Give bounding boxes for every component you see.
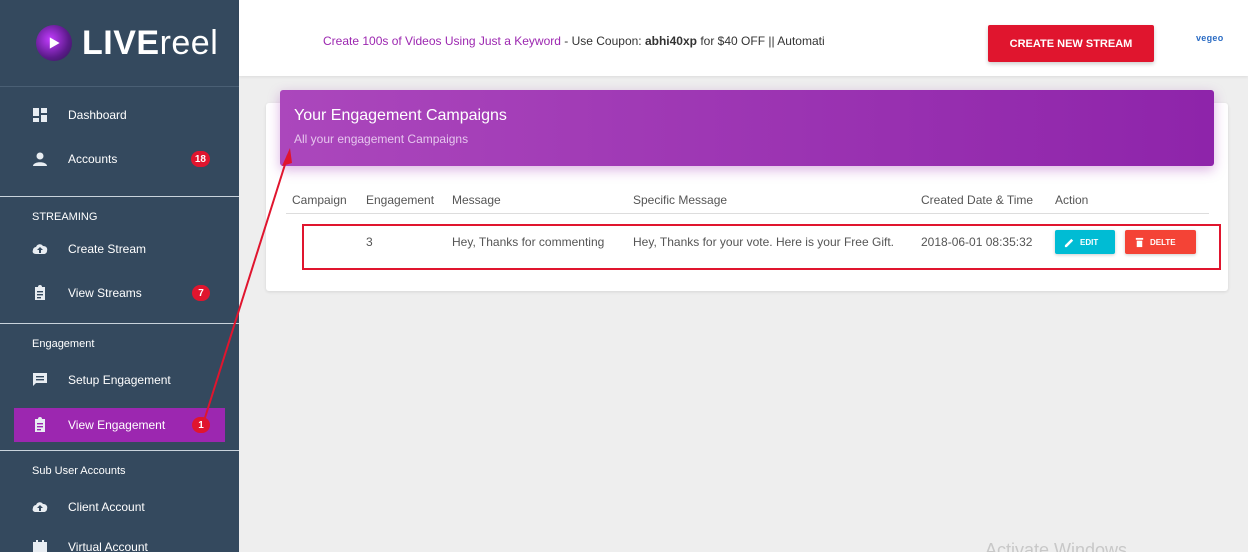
sidebar-item-label: Client Account <box>68 500 145 514</box>
promo-lead: Create 100s of Videos Using Just a Keywo… <box>323 34 561 48</box>
person-icon <box>32 151 48 167</box>
windows-watermark: Activate Windows <box>985 540 1128 552</box>
clipboard-icon <box>32 285 48 301</box>
sidebar-item-setup-engagement[interactable]: Setup Engagement <box>0 362 239 398</box>
cloud-upload-icon <box>32 499 48 515</box>
sidebar-item-dashboard[interactable]: Dashboard <box>0 97 239 133</box>
partner-logo[interactable]: vegeo <box>1196 33 1224 43</box>
column-header-created: Created Date & Time <box>915 187 1049 214</box>
calendar-icon <box>32 539 48 552</box>
sidebar-item-view-engagement[interactable]: View Engagement 1 <box>14 408 225 442</box>
cloud-upload-icon <box>32 241 48 257</box>
top-bar: Create 100s of Videos Using Just a Keywo… <box>239 0 1248 76</box>
count-badge: 18 <box>190 151 210 167</box>
page-title: Your Engagement Campaigns <box>294 107 507 124</box>
section-title-sub-users: Sub User Accounts <box>32 465 126 477</box>
section-title-engagement: Engagement <box>32 338 95 350</box>
column-header-message: Message <box>446 187 627 214</box>
count-badge: 1 <box>192 417 210 433</box>
play-icon <box>36 25 72 61</box>
message-icon <box>32 372 48 388</box>
page-subtitle: All your engagement Campaigns <box>294 132 469 146</box>
dashboard-icon <box>32 107 48 123</box>
sidebar-item-label: Setup Engagement <box>68 373 171 387</box>
sidebar-item-label: View Engagement <box>68 418 166 432</box>
sidebar-item-label: Virtual Account <box>68 540 148 552</box>
column-header-specific-message: Specific Message <box>627 187 915 214</box>
sidebar-item-label: Dashboard <box>68 108 127 122</box>
count-badge: 7 <box>192 285 210 301</box>
table-header-row: Campaign Engagement Message Specific Mes… <box>286 187 1209 214</box>
column-header-engagement: Engagement <box>360 187 446 214</box>
sidebar-item-label: Create Stream <box>68 242 147 256</box>
sidebar-item-view-streams[interactable]: View Streams 7 <box>0 275 239 311</box>
card-header: Your Engagement Campaigns All your engag… <box>280 90 1214 166</box>
sidebar-item-label: View Streams <box>68 286 142 300</box>
highlight-annotation <box>302 224 1221 270</box>
sidebar: LIVEreel Dashboard Accounts 18 STREAMING… <box>0 0 239 552</box>
sidebar-item-accounts[interactable]: Accounts 18 <box>0 141 239 177</box>
sidebar-item-client-account[interactable]: Client Account <box>0 489 239 525</box>
promo-banner[interactable]: Create 100s of Videos Using Just a Keywo… <box>323 34 893 48</box>
sidebar-item-virtual-account[interactable]: Virtual Account <box>0 529 239 552</box>
create-new-stream-button[interactable]: CREATE NEW STREAM <box>988 25 1154 62</box>
column-header-campaign: Campaign <box>286 187 360 214</box>
sidebar-item-label: Accounts <box>68 152 118 166</box>
brand-logo[interactable]: LIVEreel <box>0 0 239 87</box>
section-title-streaming: STREAMING <box>32 211 98 223</box>
clipboard-icon <box>32 417 48 433</box>
column-header-action: Action <box>1049 187 1209 214</box>
sidebar-item-create-stream[interactable]: Create Stream <box>0 231 239 267</box>
promo-rest: for $40 OFF || Automati <box>697 34 825 48</box>
promo-code: abhi40xp <box>644 34 697 48</box>
brand-light: reel <box>159 23 219 62</box>
promo-coupon-text: - Use Coupon: <box>560 34 645 48</box>
brand-bold: LIVE <box>82 23 160 62</box>
